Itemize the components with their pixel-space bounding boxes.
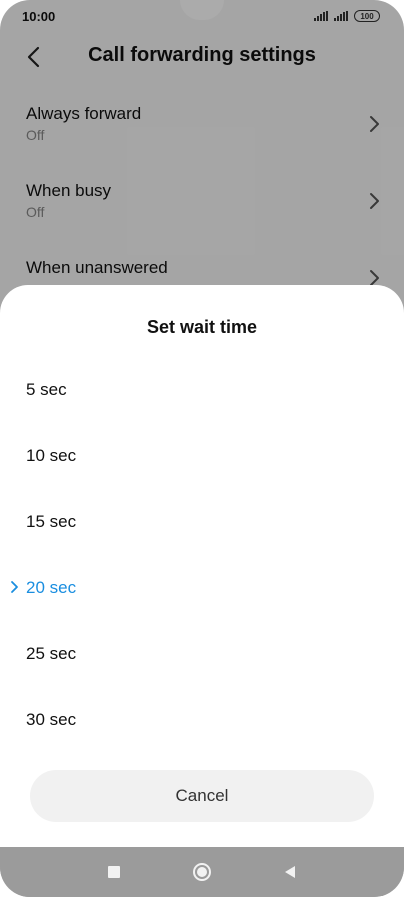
option-10-sec[interactable]: 10 sec <box>0 423 404 489</box>
option-20-sec[interactable]: 20 sec <box>0 555 404 621</box>
circle-icon <box>193 863 211 881</box>
navigation-bar <box>0 847 404 897</box>
square-icon <box>108 866 120 878</box>
nav-back-button[interactable] <box>278 860 302 884</box>
sheet-title: Set wait time <box>146 317 258 337</box>
option-label: 5 sec <box>26 380 67 399</box>
recents-button[interactable] <box>102 860 126 884</box>
option-label: 15 sec <box>26 512 77 531</box>
option-30-sec[interactable]: 30 sec <box>0 687 404 753</box>
option-label: 20 sec <box>26 578 77 597</box>
home-button[interactable] <box>190 860 214 884</box>
check-chevron-icon <box>11 581 18 593</box>
wait-time-sheet: Set wait time 5 sec 10 sec 15 sec 20 sec… <box>0 285 404 847</box>
option-25-sec[interactable]: 25 sec <box>0 621 404 687</box>
option-15-sec[interactable]: 15 sec <box>0 489 404 555</box>
option-5-sec[interactable]: 5 sec <box>0 357 404 423</box>
wait-time-options: 5 sec 10 sec 15 sec 20 sec 25 sec 30 sec <box>0 357 404 753</box>
option-label: 30 sec <box>26 710 77 729</box>
option-label: 25 sec <box>26 644 77 663</box>
option-label: 10 sec <box>26 446 77 465</box>
triangle-back-icon <box>285 866 295 878</box>
phone-screen: 10:00 100 Call forwarding settings Alway… <box>0 0 404 897</box>
cancel-button[interactable]: Cancel <box>30 770 374 822</box>
